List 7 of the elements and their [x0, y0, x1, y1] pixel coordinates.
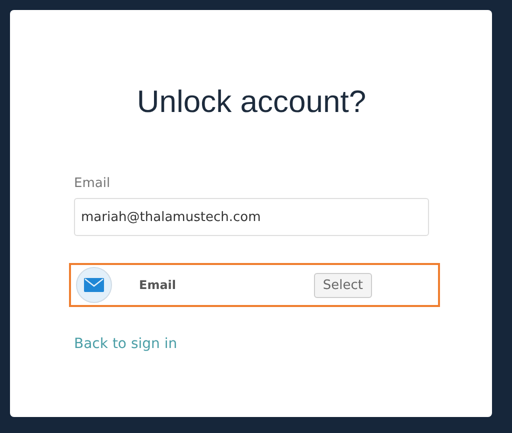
email-field[interactable]: mariah@thalamustech.com [74, 198, 429, 236]
field-label: Email [74, 176, 110, 191]
page-title: Unlock account? [136, 84, 368, 120]
back-link[interactable]: Back to sign in [74, 336, 178, 352]
select-button[interactable]: Select [314, 272, 372, 298]
factor-label: Email [139, 278, 178, 292]
envelope-icon [76, 267, 112, 303]
